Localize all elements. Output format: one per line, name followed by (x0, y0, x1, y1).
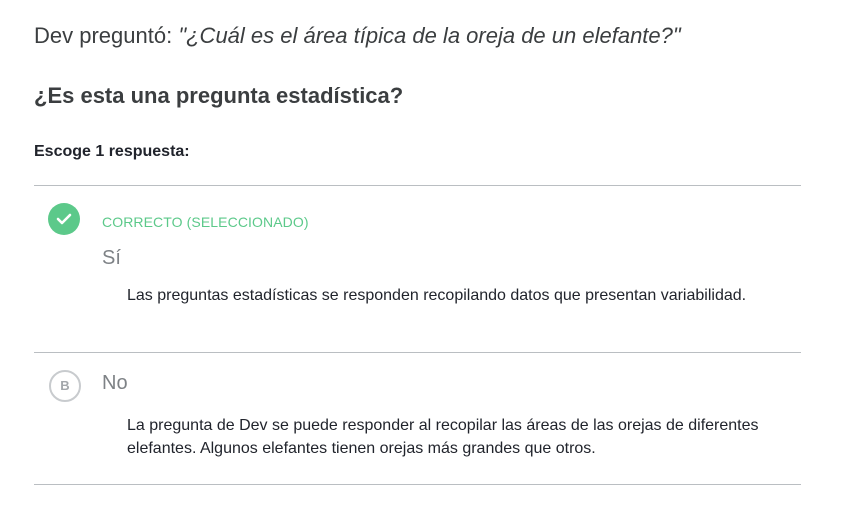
choice-text: No (102, 372, 128, 394)
question-text: Dev preguntó: "¿Cuál es el área típica d… (34, 22, 681, 50)
choice-rationale: Las preguntas estadísticas se responden … (127, 287, 747, 304)
choice-status-label: CORRECTO (SELECCIONADO) (102, 214, 309, 230)
choice-rationale: La pregunta de Dev se puede responder al… (127, 417, 759, 457)
choice-a[interactable]: CORRECTO (SELECCIONADO) Sí Las preguntas… (34, 186, 801, 353)
question-prefix: Dev preguntó: (34, 23, 179, 48)
choice-b[interactable]: No La pregunta de Dev se puede responder… (34, 353, 801, 485)
check-icon (48, 203, 80, 235)
question-quote: "¿Cuál es el área típica de la oreja de … (178, 23, 681, 48)
sub-question: ¿Es esta una pregunta estadística? (34, 83, 404, 108)
choice-text: Sí (102, 247, 121, 269)
answer-instructions: Escoge 1 respuesta: (34, 143, 190, 160)
choice-letter-b: B (49, 370, 81, 402)
choice-list: CORRECTO (SELECCIONADO) Sí Las preguntas… (34, 185, 801, 485)
